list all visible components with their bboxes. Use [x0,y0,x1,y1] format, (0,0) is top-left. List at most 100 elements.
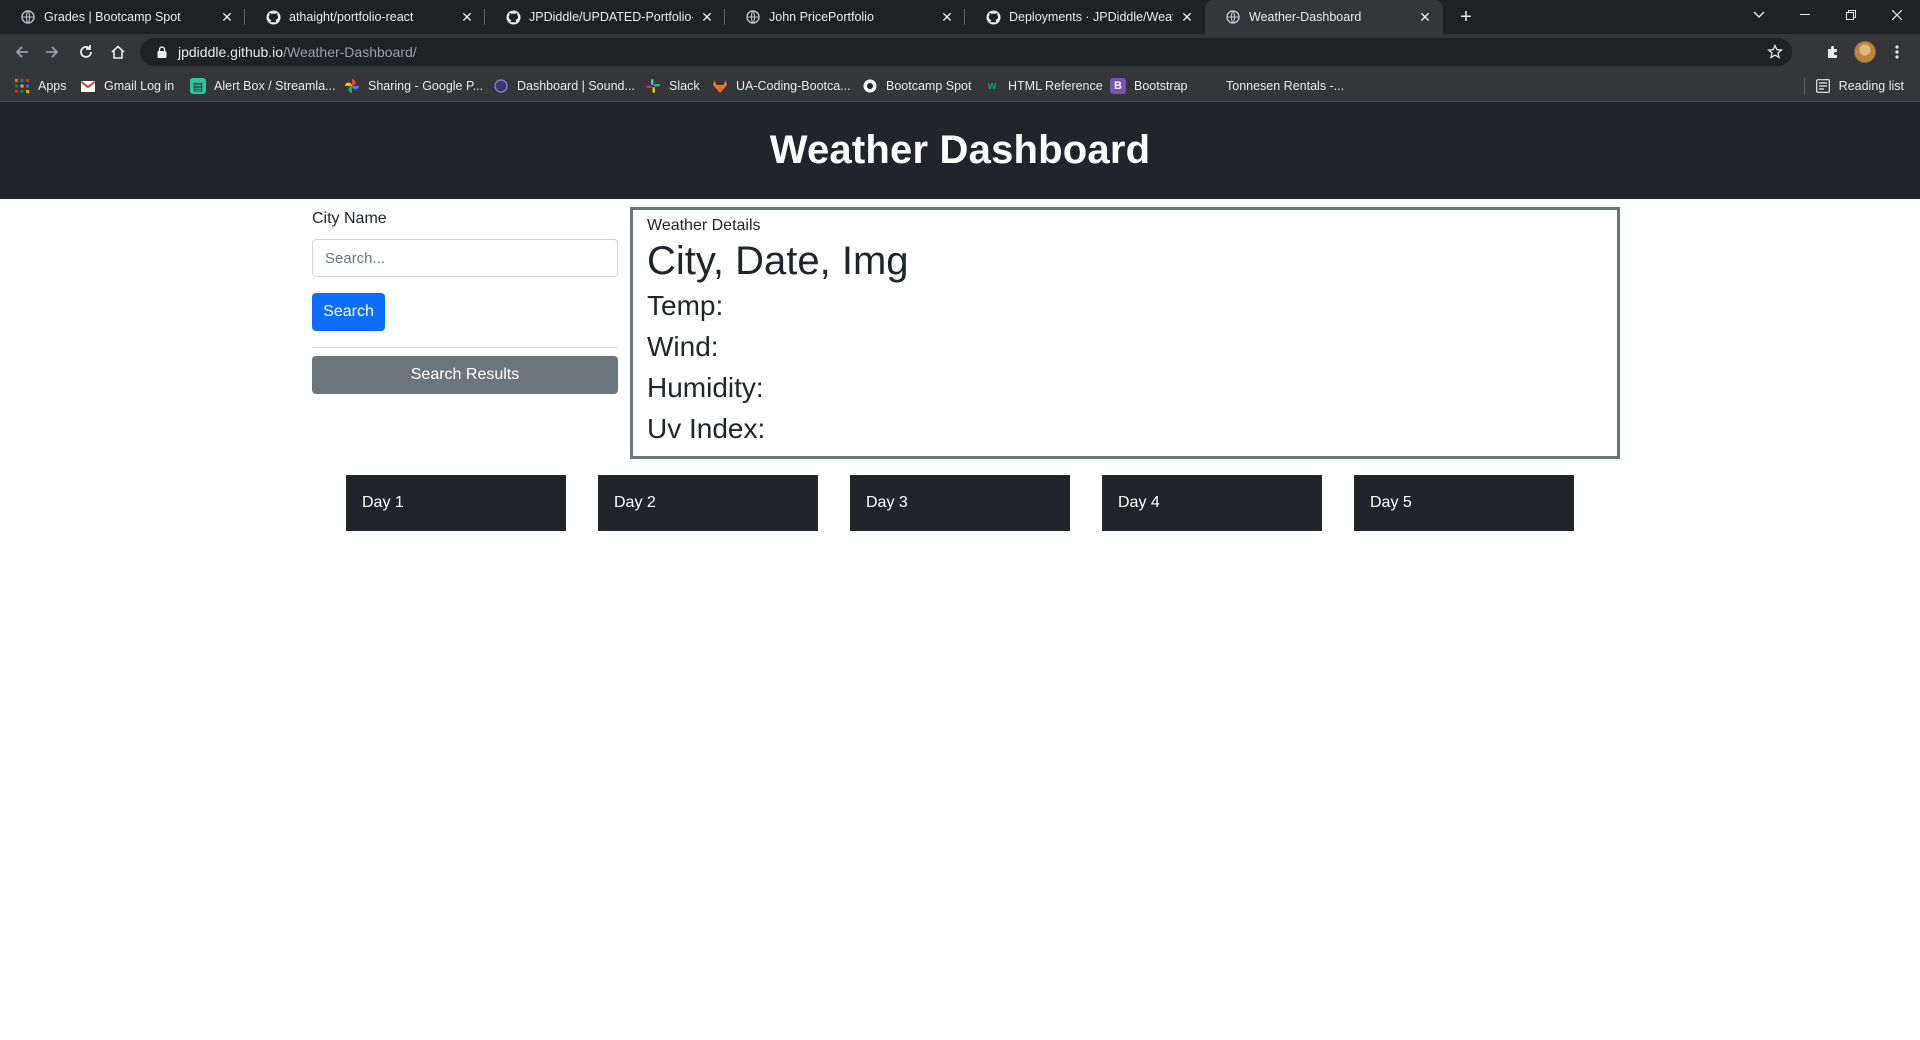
reload-icon[interactable] [72,38,100,66]
browser-toolbar: jpdiddle.github.io/Weather-Dashboard/ [0,34,1920,70]
uv-index-label: Uv Index: [647,413,766,444]
search-results-button[interactable]: Search Results [312,356,618,394]
bookmark-star-icon[interactable] [1766,43,1784,61]
bookmark-alert-box[interactable]: ▤ Alert Box / Streamla... [190,70,336,102]
github-icon [985,9,1001,25]
url-host: jpdiddle.github.io [178,44,284,60]
github-icon [505,9,521,25]
bookmark-label: Gmail Log in [104,79,175,93]
tab-grades[interactable]: Grades | Bootcamp Spot ✕ [0,0,245,34]
weather-details-caption: Weather Details [647,217,761,234]
reading-list[interactable]: Reading list [1803,70,1904,102]
bookmark-label: Sharing - Google P... [368,79,484,93]
bookmarks-divider [1803,77,1805,95]
restore-icon[interactable] [1828,0,1874,30]
divider [312,347,618,348]
bootcamp-icon [862,78,878,94]
city-name-label: City Name [312,210,387,227]
url-path: /Weather-Dashboard/ [283,44,417,60]
tab-deployments[interactable]: Deployments · JPDiddle/Weather ✕ [965,0,1205,34]
forward-icon[interactable] [38,38,66,66]
bookmark-label: Apps [38,79,67,93]
extensions-icon[interactable] [1819,38,1847,66]
url-text: jpdiddle.github.io/Weather-Dashboard/ [178,44,417,60]
bookmark-apps[interactable]: Apps [14,70,67,102]
bookmark-label: HTML Reference [1008,79,1103,93]
weather-details-panel: Weather Details City, Date, Img Temp: Wi… [630,207,1620,459]
dashboard-icon [493,78,509,94]
tab-john-price-portfolio[interactable]: John PricePortfolio ✕ [725,0,965,34]
search-panel: City Name Search Search Results [312,208,618,394]
tab-updated-portfolio[interactable]: JPDiddle/UPDATED-Portfolio-2 ✕ [485,0,725,34]
page-header: Weather Dashboard [0,102,1920,199]
tab-title: JPDiddle/UPDATED-Portfolio-2 [529,10,693,24]
home-icon[interactable] [104,38,132,66]
bookmark-label: Tonnesen Rentals -... [1226,79,1345,93]
humidity-label: Humidity: [647,372,764,403]
tab-title: Deployments · JPDiddle/Weather [1009,10,1173,24]
globe-icon [1225,9,1241,25]
forecast-day-1: Day 1 [346,475,566,531]
tab-portfolio-react[interactable]: athaight/portfolio-react ✕ [245,0,485,34]
lock-icon[interactable] [154,44,170,60]
forecast-day-5: Day 5 [1354,475,1574,531]
tab-title: Grades | Bootcamp Spot [44,10,181,24]
bookmark-dashboard[interactable]: Dashboard | Sound... [493,70,635,102]
github-icon [265,9,281,25]
gitlab-icon [712,78,728,94]
temp-label: Temp: [647,290,724,321]
close-tab-icon[interactable]: ✕ [699,9,715,25]
gmail-icon [80,78,96,94]
close-tab-icon[interactable]: ✕ [1417,9,1433,25]
bookmark-label: Dashboard | Sound... [517,79,635,93]
forecast-day-2: Day 2 [598,475,818,531]
apps-grid-icon [14,78,30,94]
close-tab-icon[interactable]: ✕ [1179,9,1195,25]
close-tab-icon[interactable]: ✕ [219,9,235,25]
bookmark-bootstrap[interactable]: B Bootstrap [1110,70,1188,102]
alertbox-icon: ▤ [190,78,206,94]
globe-icon [20,9,36,25]
close-window-icon[interactable] [1874,0,1920,30]
city-date-heading: City, Date, Img [647,239,909,283]
tab-weather-dashboard[interactable]: Weather-Dashboard ✕ [1205,0,1443,34]
bookmark-label: Slack [669,79,700,93]
back-icon[interactable] [8,38,36,66]
menu-kebab-icon[interactable] [1883,38,1911,66]
bootstrap-icon: B [1110,78,1126,94]
bookmark-label: UA-Coding-Bootca... [736,79,851,93]
minimize-icon[interactable] [1782,0,1828,30]
slack-icon [645,78,661,94]
bookmark-slack[interactable]: Slack [645,70,700,102]
new-tab-button[interactable]: + [1454,5,1478,29]
tab-title: athaight/portfolio-react [289,10,414,24]
search-button[interactable]: Search [312,293,385,331]
tab-strip: Grades | Bootcamp Spot ✕ athaight/portfo… [0,0,1920,34]
forecast-day-4: Day 4 [1102,475,1322,531]
avatar [1854,41,1876,63]
bookmark-label: Bootcamp Spot [886,79,972,93]
bookmark-gmail[interactable]: Gmail Log in [80,70,174,102]
address-bar[interactable]: jpdiddle.github.io/Weather-Dashboard/ [140,38,1792,66]
page-title: Weather Dashboard [769,128,1151,172]
bookmark-label: Bootstrap [1134,79,1188,93]
reading-list-label: Reading list [1838,79,1904,93]
bookmark-bootcamp-spot[interactable]: Bootcamp Spot [862,70,971,102]
forecast-day-3: Day 3 [850,475,1070,531]
bookmark-label: Alert Box / Streamla... [214,79,336,93]
profile-avatar[interactable] [1851,38,1879,66]
blank-icon [1202,78,1218,94]
bookmark-html-reference[interactable]: w HTML Reference [984,70,1103,102]
tab-title: Weather-Dashboard [1249,10,1362,24]
close-tab-icon[interactable]: ✕ [939,9,955,25]
bookmark-tonnesen[interactable]: Tonnesen Rentals -... [1202,70,1344,102]
city-search-input[interactable] [312,239,618,277]
close-tab-icon[interactable]: ✕ [459,9,475,25]
tab-search-icon[interactable] [1736,0,1782,30]
bookmark-google-photos[interactable]: Sharing - Google P... [344,70,483,102]
w3-icon: w [987,80,997,92]
tab-title: John PricePortfolio [769,10,874,24]
wind-label: Wind: [647,331,719,362]
bookmark-ua-coding[interactable]: UA-Coding-Bootca... [712,70,851,102]
google-photos-icon [344,78,360,94]
